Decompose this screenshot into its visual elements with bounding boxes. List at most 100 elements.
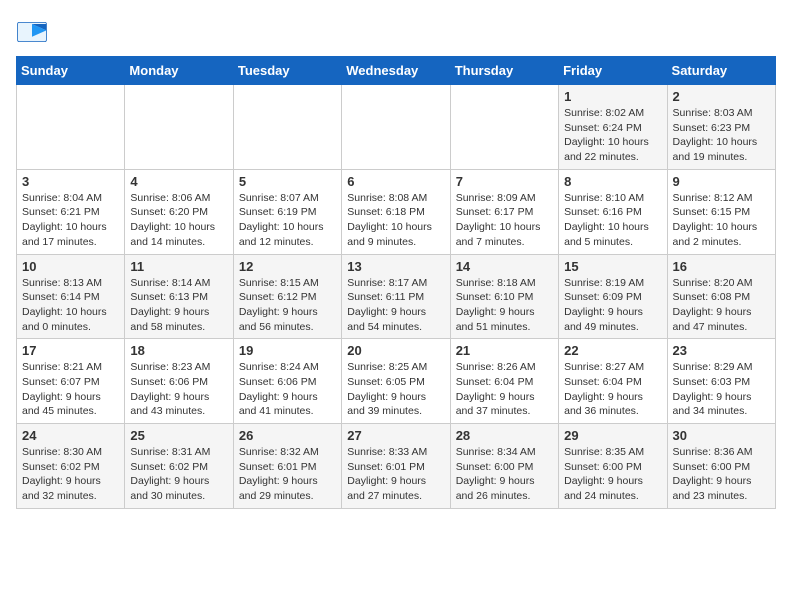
day-number: 18	[130, 343, 227, 358]
day-number: 27	[347, 428, 444, 443]
day-number: 17	[22, 343, 119, 358]
calendar-cell: 15 Sunrise: 8:19 AM Sunset: 6:09 PM Dayli…	[559, 254, 667, 339]
day-number: 11	[130, 259, 227, 274]
day-info: Sunrise: 8:17 AM Sunset: 6:11 PM Dayligh…	[347, 276, 444, 335]
day-number: 20	[347, 343, 444, 358]
day-number: 9	[673, 174, 770, 189]
day-info: Sunrise: 8:08 AM Sunset: 6:18 PM Dayligh…	[347, 191, 444, 250]
calendar-cell: 27 Sunrise: 8:33 AM Sunset: 6:01 PM Dayli…	[342, 424, 450, 509]
day-info: Sunrise: 8:09 AM Sunset: 6:17 PM Dayligh…	[456, 191, 553, 250]
calendar-week-row: 3 Sunrise: 8:04 AM Sunset: 6:21 PM Daylig…	[17, 169, 776, 254]
day-number: 3	[22, 174, 119, 189]
header-saturday: Saturday	[667, 57, 775, 85]
day-info: Sunrise: 8:21 AM Sunset: 6:07 PM Dayligh…	[22, 360, 119, 419]
calendar-cell: 23Sunrise: 8:29 AM Sunset: 6:03 PM Dayli…	[667, 339, 775, 424]
calendar-cell: 10Sunrise: 8:13 AM Sunset: 6:14 PM Dayli…	[17, 254, 125, 339]
day-number: 22	[564, 343, 661, 358]
calendar-cell: 6 Sunrise: 8:08 AM Sunset: 6:18 PM Daylig…	[342, 169, 450, 254]
header-sunday: Sunday	[17, 57, 125, 85]
calendar-cell: 21Sunrise: 8:26 AM Sunset: 6:04 PM Dayli…	[450, 339, 558, 424]
calendar-week-row: 24 Sunrise: 8:30 AM Sunset: 6:02 PM Dayli…	[17, 424, 776, 509]
day-info: Sunrise: 8:04 AM Sunset: 6:21 PM Dayligh…	[22, 191, 119, 250]
logo-icon	[16, 16, 48, 48]
calendar-week-row: 17 Sunrise: 8:21 AM Sunset: 6:07 PM Dayli…	[17, 339, 776, 424]
day-info: Sunrise: 8:29 AM Sunset: 6:03 PM Dayligh…	[673, 360, 770, 419]
day-info: Sunrise: 8:33 AM Sunset: 6:01 PM Dayligh…	[347, 445, 444, 504]
day-info: Sunrise: 8:24 AM Sunset: 6:06 PM Dayligh…	[239, 360, 336, 419]
day-number: 19	[239, 343, 336, 358]
calendar-cell: 12 Sunrise: 8:15 AM Sunset: 6:12 PM Dayli…	[233, 254, 341, 339]
calendar-cell	[450, 85, 558, 170]
day-number: 24	[22, 428, 119, 443]
header-monday: Monday	[125, 57, 233, 85]
day-info: Sunrise: 8:15 AM Sunset: 6:12 PM Dayligh…	[239, 276, 336, 335]
calendar-week-row: 1 Sunrise: 8:02 AM Sunset: 6:24 PM Daylig…	[17, 85, 776, 170]
calendar-cell: 20 Sunrise: 8:25 AM Sunset: 6:05 PM Dayli…	[342, 339, 450, 424]
day-number: 30	[673, 428, 770, 443]
day-info: Sunrise: 8:03 AM Sunset: 6:23 PM Dayligh…	[673, 106, 770, 165]
day-number: 2	[673, 89, 770, 104]
calendar-cell: 30 Sunrise: 8:36 AM Sunset: 6:00 PM Dayli…	[667, 424, 775, 509]
day-number: 12	[239, 259, 336, 274]
day-number: 16	[673, 259, 770, 274]
calendar-week-row: 10Sunrise: 8:13 AM Sunset: 6:14 PM Dayli…	[17, 254, 776, 339]
day-info: Sunrise: 8:07 AM Sunset: 6:19 PM Dayligh…	[239, 191, 336, 250]
day-info: Sunrise: 8:10 AM Sunset: 6:16 PM Dayligh…	[564, 191, 661, 250]
day-info: Sunrise: 8:18 AM Sunset: 6:10 PM Dayligh…	[456, 276, 553, 335]
calendar-cell: 5 Sunrise: 8:07 AM Sunset: 6:19 PM Daylig…	[233, 169, 341, 254]
calendar-cell: 4 Sunrise: 8:06 AM Sunset: 6:20 PM Daylig…	[125, 169, 233, 254]
day-info: Sunrise: 8:25 AM Sunset: 6:05 PM Dayligh…	[347, 360, 444, 419]
day-info: Sunrise: 8:02 AM Sunset: 6:24 PM Dayligh…	[564, 106, 661, 165]
day-info: Sunrise: 8:30 AM Sunset: 6:02 PM Dayligh…	[22, 445, 119, 504]
calendar-cell: 2 Sunrise: 8:03 AM Sunset: 6:23 PM Daylig…	[667, 85, 775, 170]
calendar-cell: 25Sunrise: 8:31 AM Sunset: 6:02 PM Dayli…	[125, 424, 233, 509]
page-header	[16, 16, 776, 48]
calendar-cell: 19 Sunrise: 8:24 AM Sunset: 6:06 PM Dayli…	[233, 339, 341, 424]
calendar-cell: 28 Sunrise: 8:34 AM Sunset: 6:00 PM Dayli…	[450, 424, 558, 509]
day-number: 26	[239, 428, 336, 443]
day-info: Sunrise: 8:20 AM Sunset: 6:08 PM Dayligh…	[673, 276, 770, 335]
day-number: 1	[564, 89, 661, 104]
day-info: Sunrise: 8:27 AM Sunset: 6:04 PM Dayligh…	[564, 360, 661, 419]
calendar-header-row: SundayMondayTuesdayWednesdayThursdayFrid…	[17, 57, 776, 85]
day-number: 25	[130, 428, 227, 443]
day-info: Sunrise: 8:06 AM Sunset: 6:20 PM Dayligh…	[130, 191, 227, 250]
day-number: 15	[564, 259, 661, 274]
day-number: 5	[239, 174, 336, 189]
day-info: Sunrise: 8:34 AM Sunset: 6:00 PM Dayligh…	[456, 445, 553, 504]
day-number: 28	[456, 428, 553, 443]
calendar-cell: 16 Sunrise: 8:20 AM Sunset: 6:08 PM Dayli…	[667, 254, 775, 339]
day-number: 7	[456, 174, 553, 189]
day-number: 29	[564, 428, 661, 443]
header-wednesday: Wednesday	[342, 57, 450, 85]
calendar-cell: 17 Sunrise: 8:21 AM Sunset: 6:07 PM Dayli…	[17, 339, 125, 424]
day-number: 8	[564, 174, 661, 189]
calendar-cell	[125, 85, 233, 170]
calendar-cell: 1 Sunrise: 8:02 AM Sunset: 6:24 PM Daylig…	[559, 85, 667, 170]
calendar-cell: 8 Sunrise: 8:10 AM Sunset: 6:16 PM Daylig…	[559, 169, 667, 254]
calendar-table: SundayMondayTuesdayWednesdayThursdayFrid…	[16, 56, 776, 509]
day-info: Sunrise: 8:32 AM Sunset: 6:01 PM Dayligh…	[239, 445, 336, 504]
calendar-cell: 18Sunrise: 8:23 AM Sunset: 6:06 PM Dayli…	[125, 339, 233, 424]
logo	[16, 16, 52, 48]
day-info: Sunrise: 8:14 AM Sunset: 6:13 PM Dayligh…	[130, 276, 227, 335]
day-number: 14	[456, 259, 553, 274]
header-tuesday: Tuesday	[233, 57, 341, 85]
day-info: Sunrise: 8:19 AM Sunset: 6:09 PM Dayligh…	[564, 276, 661, 335]
calendar-cell: 7 Sunrise: 8:09 AM Sunset: 6:17 PM Daylig…	[450, 169, 558, 254]
day-info: Sunrise: 8:35 AM Sunset: 6:00 PM Dayligh…	[564, 445, 661, 504]
calendar-cell	[233, 85, 341, 170]
calendar-cell: 9Sunrise: 8:12 AM Sunset: 6:15 PM Daylig…	[667, 169, 775, 254]
header-friday: Friday	[559, 57, 667, 85]
calendar-cell: 13 Sunrise: 8:17 AM Sunset: 6:11 PM Dayli…	[342, 254, 450, 339]
header-thursday: Thursday	[450, 57, 558, 85]
day-info: Sunrise: 8:13 AM Sunset: 6:14 PM Dayligh…	[22, 276, 119, 335]
calendar-cell	[17, 85, 125, 170]
calendar-cell: 3 Sunrise: 8:04 AM Sunset: 6:21 PM Daylig…	[17, 169, 125, 254]
day-number: 13	[347, 259, 444, 274]
calendar-cell: 14 Sunrise: 8:18 AM Sunset: 6:10 PM Dayli…	[450, 254, 558, 339]
day-info: Sunrise: 8:36 AM Sunset: 6:00 PM Dayligh…	[673, 445, 770, 504]
day-number: 6	[347, 174, 444, 189]
day-number: 4	[130, 174, 227, 189]
calendar-cell: 11 Sunrise: 8:14 AM Sunset: 6:13 PM Dayli…	[125, 254, 233, 339]
